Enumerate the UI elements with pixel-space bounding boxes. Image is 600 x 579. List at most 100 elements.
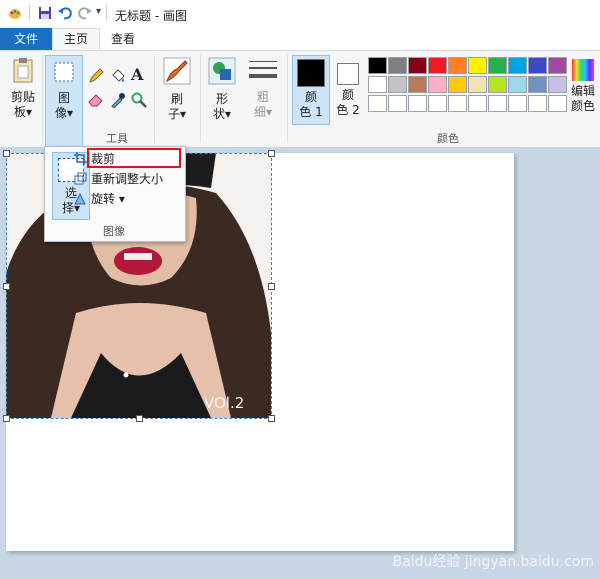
crop-highlight-box — [87, 148, 181, 168]
palette-swatch[interactable] — [448, 95, 467, 112]
ribbon: 剪贴 板▾ 图 像▾ A 工具 刷 子▾ 形 状▾ 粗 细▾ 颜 色 1 颜 色… — [0, 50, 600, 148]
watermark: Baidu经验 jingyan.baidu.com — [392, 554, 594, 570]
palette-swatch[interactable] — [528, 76, 547, 93]
ribbon-tabs: 文件 主页 查看 — [0, 28, 600, 51]
palette-swatch[interactable] — [408, 57, 427, 74]
image-select-icon — [54, 62, 74, 82]
brush-icon — [163, 57, 191, 85]
shapes-icon — [208, 57, 236, 85]
palette-swatch[interactable] — [548, 57, 567, 74]
window-title: 无标题 - 画图 — [115, 9, 187, 23]
rotate-icon — [74, 192, 86, 205]
color-spectrum-icon — [572, 59, 594, 81]
tools-group-label: 工具 — [106, 132, 128, 145]
clipboard-label-1: 剪贴 — [10, 90, 35, 104]
palette-swatch[interactable] — [408, 76, 427, 93]
edit-colors-label-2: 颜色 — [570, 99, 595, 113]
image-label-1: 图 — [57, 91, 70, 105]
color2-label-2: 色 2 — [336, 103, 360, 117]
color2-swatch — [337, 63, 359, 85]
paint-app-icon — [9, 9, 21, 19]
resize-handle[interactable] — [136, 415, 143, 422]
palette-swatch[interactable] — [448, 76, 467, 93]
clipboard-icon — [13, 58, 33, 83]
eraser-icon[interactable] — [88, 92, 104, 108]
save-icon[interactable] — [38, 6, 52, 20]
colors-group-label: 颜色 — [437, 132, 459, 145]
resize-handle[interactable] — [3, 150, 10, 157]
line-size-icon — [249, 61, 277, 78]
size-label-1: 粗 — [256, 90, 269, 104]
brushes-label-1: 刷 — [170, 92, 183, 106]
palette-swatch[interactable] — [388, 76, 407, 93]
color1-label-1: 颜 — [304, 90, 317, 104]
resize-handle[interactable] — [268, 415, 275, 422]
tab-view[interactable]: 查看 — [100, 28, 146, 50]
palette-swatch[interactable] — [508, 57, 527, 74]
palette-swatch[interactable] — [388, 57, 407, 74]
resize-icon — [74, 172, 87, 185]
fill-bucket-icon[interactable] — [110, 68, 126, 84]
palette-swatch[interactable] — [368, 76, 387, 93]
redo-icon[interactable] — [78, 6, 92, 20]
image-dropdown-menu: 选 择▾ 裁剪 重新调整大小 旋转 ▾ 图像 — [44, 146, 186, 242]
palette-swatch[interactable] — [488, 76, 507, 93]
size-label-2: 细▾ — [253, 105, 273, 119]
palette-swatch[interactable] — [468, 57, 487, 74]
color-picker-icon[interactable] — [110, 92, 126, 108]
magnifier-icon[interactable] — [131, 92, 147, 108]
resize-handle[interactable] — [3, 415, 10, 422]
color1-swatch — [297, 59, 325, 87]
palette-swatch[interactable] — [448, 57, 467, 74]
palette-swatch[interactable] — [548, 95, 567, 112]
customize-toolbar-icon[interactable]: ▾ — [96, 6, 101, 17]
crop-icon — [74, 152, 87, 165]
shapes-label-2: 状▾ — [212, 107, 232, 121]
palette-swatch[interactable] — [488, 57, 507, 74]
image-button[interactable]: 图 像▾ — [45, 55, 83, 147]
rotate-menu-item[interactable]: 旋转 ▾ — [74, 190, 125, 208]
palette-swatch[interactable] — [508, 76, 527, 93]
tab-file[interactable]: 文件 — [0, 28, 52, 50]
color2-label-1: 颜 — [341, 88, 354, 102]
brushes-label-2: 子▾ — [167, 107, 187, 121]
tab-home[interactable]: 主页 — [52, 28, 100, 51]
palette-swatch[interactable] — [368, 57, 387, 74]
image-group-label: 图像 — [103, 225, 125, 238]
rotate-label: 旋转 ▾ — [91, 192, 125, 206]
palette-swatch[interactable] — [528, 57, 547, 74]
clipboard-label-2: 板▾ — [13, 105, 33, 119]
pencil-icon[interactable] — [88, 68, 104, 84]
color2-button[interactable]: 颜 色 2 — [333, 57, 363, 125]
palette-swatch[interactable] — [468, 76, 487, 93]
palette-swatch[interactable] — [388, 95, 407, 112]
resize-handle[interactable] — [268, 283, 275, 290]
color1-button[interactable]: 颜 色 1 — [292, 55, 330, 125]
shapes-button[interactable]: 形 状▾ — [205, 55, 239, 145]
brushes-button[interactable]: 刷 子▾ — [160, 57, 194, 129]
palette-swatch[interactable] — [408, 95, 427, 112]
clipboard-button[interactable]: 剪贴 板▾ — [6, 57, 40, 129]
shapes-label-1: 形 — [215, 92, 228, 106]
palette-swatch[interactable] — [528, 95, 547, 112]
resize-handle[interactable] — [268, 150, 275, 157]
resize-label: 重新调整大小 — [91, 172, 164, 186]
resize-handle[interactable] — [3, 283, 10, 290]
undo-icon[interactable] — [58, 6, 72, 20]
title-bar: ▾ 无标题 - 画图 — [0, 0, 600, 29]
palette-swatch[interactable] — [428, 95, 447, 112]
color1-label-2: 色 1 — [299, 105, 323, 119]
palette-swatch[interactable] — [428, 76, 447, 93]
palette-swatch[interactable] — [368, 95, 387, 112]
palette-swatch[interactable] — [508, 95, 527, 112]
palette-swatch[interactable] — [548, 76, 567, 93]
palette-swatch[interactable] — [468, 95, 487, 112]
palette-swatch[interactable] — [488, 95, 507, 112]
edit-colors-button[interactable]: 编辑 颜色 — [567, 57, 599, 129]
edit-colors-label-1: 编辑 — [570, 84, 595, 98]
text-tool-icon[interactable]: A — [131, 65, 143, 84]
size-button[interactable]: 粗 细▾ — [246, 57, 280, 129]
palette-swatch[interactable] — [428, 57, 447, 74]
image-label-2: 像▾ — [54, 106, 74, 120]
resize-menu-item[interactable]: 重新调整大小 — [74, 170, 164, 188]
